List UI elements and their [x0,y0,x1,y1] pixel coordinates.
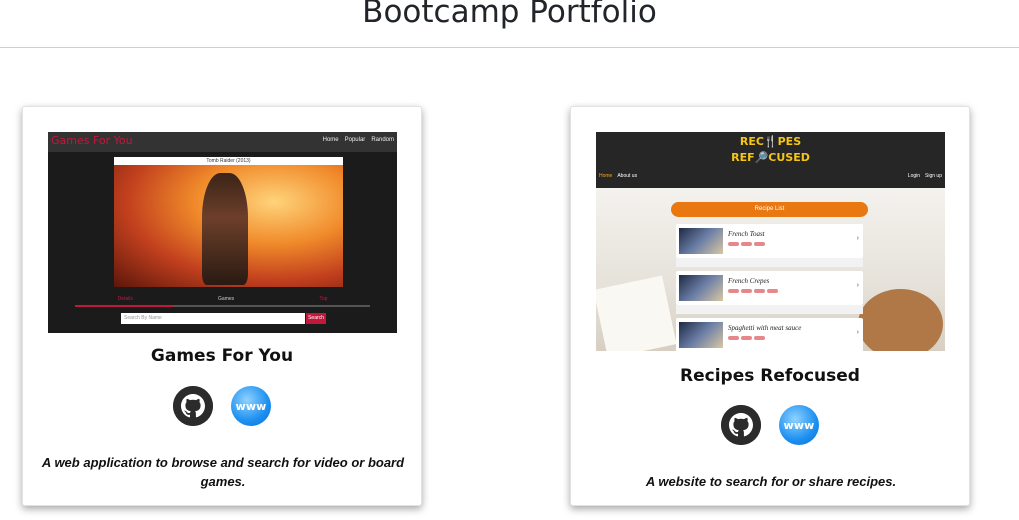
recipe-meta-bar [676,258,863,267]
recipe-tags [728,289,778,293]
screenshot-nav-item: Sign up [925,173,942,179]
project-links: www [23,386,421,426]
chevron-right-icon: › [856,329,859,336]
recipe-thumbnail [679,228,723,254]
screenshot-recipe-item: French Toast › [676,224,863,258]
github-mark [721,405,761,445]
recipe-meta-bar [676,305,863,314]
screenshot-tab-active-underline [75,305,173,307]
recipe-tags [728,242,765,246]
github-icon[interactable] [173,386,213,426]
project-title: Games For You [150,346,294,366]
screenshot-nav-item: Login [907,173,921,179]
screenshot-recipe-list-header: Recipe List [671,202,868,217]
screenshot-featured-title: Tomb Raider (2013) [114,157,343,165]
github-mark [173,386,213,426]
github-icon[interactable] [721,405,761,445]
page-header: Bootcamp Portfolio [0,0,1019,48]
screenshot-paper [596,275,677,351]
www-label: www [235,399,267,413]
www-globe-icon[interactable]: www [231,386,271,426]
screenshot-recipe-item: Spaghetti with meat sauce › [676,318,863,351]
screenshot-recipe-item: French Crepes › [676,271,863,305]
project-screenshot: REC🍴PES REF🔎CUSED Home About us Login Si… [596,132,945,351]
screenshot-nav-item: Home [322,137,339,143]
screenshot-nav-item: Random [371,137,394,143]
project-screenshot: Games For You Home Popular Random Tomb R… [48,132,397,333]
recipe-tags [728,336,765,340]
recipe-thumbnail [679,275,723,301]
screenshot-navbar: Games For You Home Popular Random [48,132,397,152]
project-card-games-for-you: Games For You Home Popular Random Tomb R… [22,106,422,506]
screenshot-navbar: REC🍴PES REF🔎CUSED Home About us Login Si… [596,132,945,188]
screenshot-nav-item: About us [617,173,638,179]
screenshot-search-button: Search [306,313,326,324]
screenshot-logo-line1: REC🍴PES [739,135,802,148]
project-card-recipes-refocused: REC🍴PES REF🔎CUSED Home About us Login Si… [570,106,970,506]
chevron-right-icon: › [856,282,859,289]
project-description: A web application to browse and search f… [41,455,405,489]
project-description: A website to search for or share recipes… [645,474,897,489]
recipe-thumbnail [679,322,723,348]
screenshot-brand: Games For You [51,134,133,147]
recipe-name: French Crepes [728,277,770,285]
www-label: www [783,418,815,432]
screenshot-logo-line2: REF🔎CUSED [731,151,810,164]
project-links: www [571,405,969,445]
screenshot-nav-item: Popular [344,137,366,143]
screenshot-poster-image [114,165,343,287]
chevron-right-icon: › [856,235,859,242]
screenshot-search-input: Search By Name [121,313,305,324]
screenshot-nav: Home Popular Random [323,137,394,143]
www-globe-icon[interactable]: www [779,405,819,445]
recipe-name: French Toast [728,230,765,238]
screenshot-nav-left: Home About us [599,173,637,179]
recipe-name: Spaghetti with meat sauce [728,324,802,332]
screenshot-nav-item: Home [599,173,613,179]
project-title: Recipes Refocused [680,366,860,386]
screenshot-cutting-board [858,289,943,351]
page-title: Bootcamp Portfolio [362,0,657,30]
poster-figure [202,173,248,285]
screenshot-nav-right: Login Sign up [908,173,942,179]
